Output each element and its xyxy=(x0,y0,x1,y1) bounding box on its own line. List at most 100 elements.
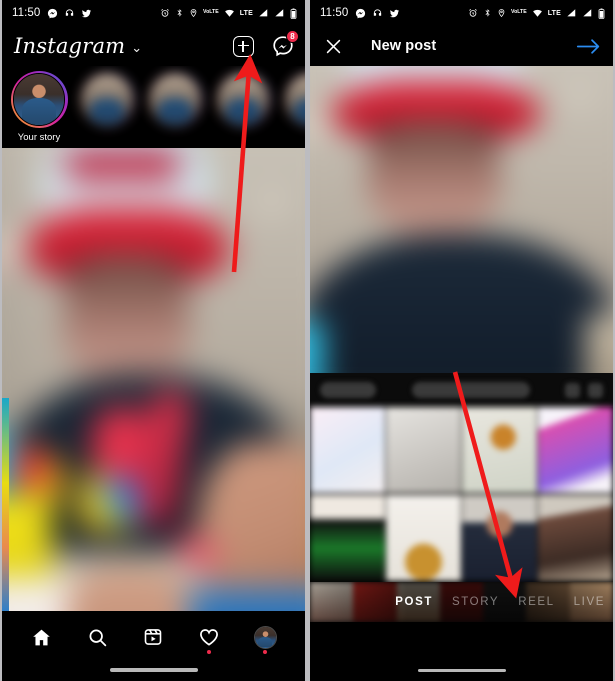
story-item[interactable] xyxy=(146,71,204,128)
location-icon xyxy=(497,8,506,18)
headphones-icon xyxy=(372,8,383,19)
toolbar-actions-chip[interactable] xyxy=(412,382,530,398)
status-time: 11:50 xyxy=(12,7,41,19)
gallery-cell[interactable] xyxy=(538,407,613,493)
mode-labels: POST STORY REEL LIVE xyxy=(310,582,613,622)
wifi-icon xyxy=(224,8,235,18)
feed-post-image[interactable] xyxy=(2,148,305,611)
story-label: Your story xyxy=(17,132,61,143)
gesture-pill[interactable] xyxy=(109,668,198,672)
gallery-cell[interactable] xyxy=(386,494,461,581)
status-right-icons: VoLTE LTE xyxy=(160,8,297,19)
multi-select-icon[interactable] xyxy=(565,382,580,398)
lte-label: LTE xyxy=(239,9,253,17)
search-icon xyxy=(89,629,107,646)
header-actions: 8 xyxy=(233,30,299,58)
status-right-icons: VoLTE LTE xyxy=(468,8,605,19)
battery-icon xyxy=(290,8,297,19)
gallery-cell[interactable] xyxy=(462,407,537,493)
mode-selector-strip[interactable]: POST STORY REEL LIVE xyxy=(310,582,613,622)
nav-search-button[interactable] xyxy=(81,622,115,652)
story-item[interactable] xyxy=(214,71,272,128)
camera-icon[interactable] xyxy=(588,382,603,398)
right-phone-screen: 11:50 VoLTE LTE New post POST STORY REEL… xyxy=(310,0,613,681)
alarm-icon xyxy=(468,8,478,18)
profile-dot-badge xyxy=(263,650,268,654)
story-your-story[interactable]: Your story xyxy=(10,71,68,143)
location-icon xyxy=(189,8,198,18)
signal-icon xyxy=(258,8,269,18)
nav-activity-button[interactable] xyxy=(192,622,226,654)
gallery-cell[interactable] xyxy=(462,494,537,581)
signal-icon-2 xyxy=(582,8,593,18)
twitter-icon xyxy=(389,8,400,19)
chevron-down-icon[interactable]: ⌄ xyxy=(131,40,142,56)
volte-top: VoLTE xyxy=(511,9,527,16)
heart-icon xyxy=(200,629,219,646)
story-ring xyxy=(214,71,272,128)
album-selector[interactable] xyxy=(320,382,376,398)
bluetooth-icon xyxy=(175,8,184,18)
stories-tray[interactable]: Your story xyxy=(2,66,305,148)
instagram-logo[interactable]: Instagram xyxy=(14,34,125,58)
gallery-cell[interactable] xyxy=(310,494,385,581)
close-icon xyxy=(326,39,341,53)
headphones-icon xyxy=(64,8,75,19)
mode-tab-post[interactable]: POST xyxy=(395,596,433,608)
left-status-bar: 11:50 VoLTE LTE xyxy=(2,0,305,26)
activity-dot-badge xyxy=(207,650,212,654)
gallery-grid[interactable] xyxy=(310,407,613,582)
messenger-icon xyxy=(47,8,58,19)
gallery-cell[interactable] xyxy=(538,494,613,581)
wifi-icon xyxy=(532,8,543,18)
status-left-icons xyxy=(47,8,92,19)
nav-reels-button[interactable] xyxy=(136,622,170,652)
next-button[interactable] xyxy=(576,37,601,56)
create-post-button[interactable] xyxy=(233,35,254,57)
feed-image-blur xyxy=(2,148,305,611)
gesture-pill[interactable] xyxy=(417,668,506,672)
reels-icon xyxy=(145,629,162,645)
volte-icon: VoLTE xyxy=(203,9,219,16)
battery-icon xyxy=(598,8,605,19)
post-preview-image[interactable] xyxy=(310,66,613,373)
volte-top: VoLTE xyxy=(203,9,219,16)
nav-home-button[interactable] xyxy=(25,622,59,652)
volte-icon: VoLTE xyxy=(511,9,527,16)
story-ring xyxy=(282,71,305,128)
story-ring xyxy=(10,71,68,128)
new-post-header: New post xyxy=(310,26,613,66)
story-item[interactable] xyxy=(78,71,136,128)
story-ring xyxy=(78,71,136,128)
home-icon xyxy=(33,629,51,645)
mode-tab-live[interactable]: LIVE xyxy=(574,596,605,608)
gallery-toolbar[interactable] xyxy=(310,373,613,407)
status-time: 11:50 xyxy=(320,7,349,19)
instagram-header: Instagram ⌄ 8 xyxy=(2,26,305,66)
bluetooth-icon xyxy=(483,8,492,18)
story-ring xyxy=(146,71,204,128)
close-button[interactable] xyxy=(324,37,343,56)
screenshot-root: 11:50 VoLTE LTE Instagram ⌄ 8 Your story… xyxy=(0,0,615,681)
nav-profile-button[interactable] xyxy=(248,622,282,654)
messenger-button[interactable]: 8 xyxy=(271,30,299,58)
story-item[interactable] xyxy=(282,71,305,128)
messenger-badge: 8 xyxy=(286,30,299,43)
avatar xyxy=(253,625,277,649)
gallery-cell[interactable] xyxy=(386,407,461,493)
preview-image-blur xyxy=(310,66,613,373)
right-footer xyxy=(310,629,613,681)
alarm-icon xyxy=(160,8,170,18)
signal-icon-2 xyxy=(274,8,285,18)
gesture-bar xyxy=(2,659,305,681)
twitter-icon xyxy=(81,8,92,19)
mode-tab-reel[interactable]: REEL xyxy=(518,596,554,608)
mode-tab-story[interactable]: STORY xyxy=(452,596,499,608)
feed-edge-strip xyxy=(2,398,9,611)
status-left-icons xyxy=(355,8,400,19)
bottom-nav-row xyxy=(2,615,305,659)
page-title: New post xyxy=(371,38,437,54)
gallery-cell[interactable] xyxy=(310,407,385,493)
right-status-bar: 11:50 VoLTE LTE xyxy=(310,0,613,26)
left-phone-screen: 11:50 VoLTE LTE Instagram ⌄ 8 Your story xyxy=(2,0,305,681)
